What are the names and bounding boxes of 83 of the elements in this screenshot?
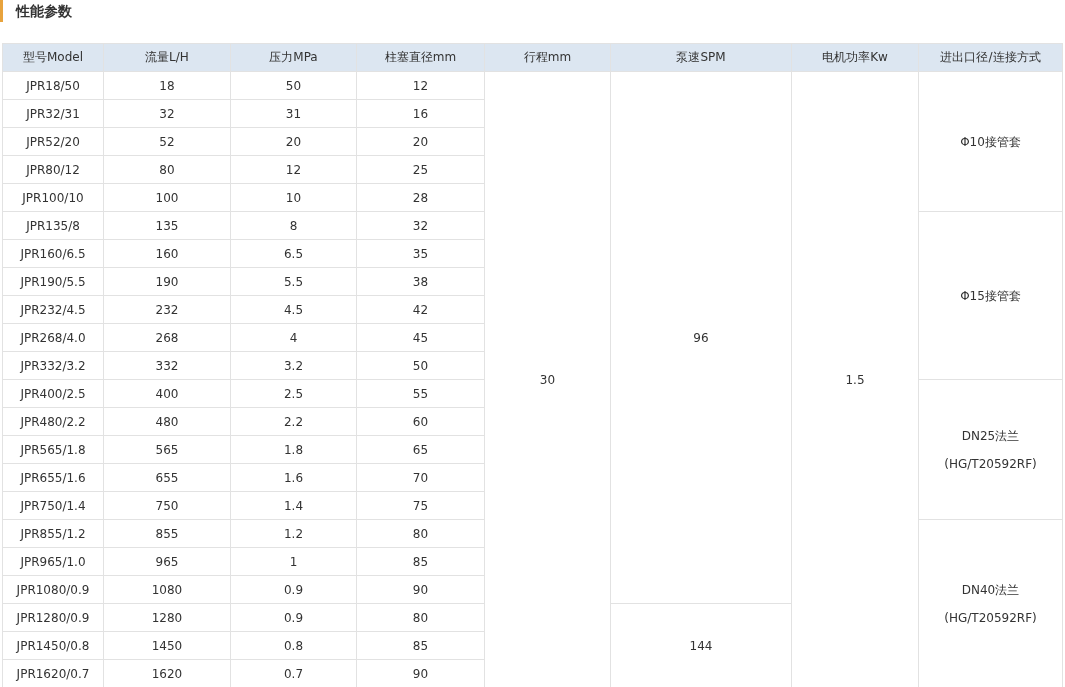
table-cell: 565 [103,435,231,464]
column-header: 压力MPa [230,43,357,72]
table-cell: 3.2 [230,351,357,380]
table-cell: 400 [103,379,231,408]
table-cell: 655 [103,463,231,492]
merged-cell: Φ15接管套 [918,211,1063,380]
table-cell: 18 [103,71,231,100]
table-cell: JPR332/3.2 [2,351,104,380]
cell-text: DN25法兰 [960,427,1021,445]
table-cell: JPR52/20 [2,127,104,156]
table-cell: JPR1450/0.8 [2,631,104,660]
table-cell: JPR1280/0.9 [2,603,104,632]
column-header: 型号Model [2,43,104,72]
table-cell: 2.5 [230,379,357,408]
table-cell: JPR80/12 [2,155,104,184]
merged-cell: 30 [484,71,611,687]
table-cell: 5.5 [230,267,357,296]
table-cell: 4.5 [230,295,357,324]
table-cell: 10 [230,183,357,212]
table-cell: JPR1080/0.9 [2,575,104,604]
table-cell: JPR268/4.0 [2,323,104,352]
table-cell: 12 [230,155,357,184]
table-cell: JPR1620/0.7 [2,659,104,687]
table-cell: 80 [103,155,231,184]
table-cell: 32 [103,99,231,128]
table-cell: JPR565/1.8 [2,435,104,464]
table-cell: 1.2 [230,519,357,548]
table-cell: 1280 [103,603,231,632]
cell-text: DN40法兰 [960,581,1021,599]
table-cell: JPR160/6.5 [2,239,104,268]
table-cell: JPR18/50 [2,71,104,100]
table-cell: 0.9 [230,603,357,632]
table-cell: 12 [356,71,485,100]
table-cell: 480 [103,407,231,436]
table-cell: 31 [230,99,357,128]
table-cell: 965 [103,547,231,576]
column-header: 进出口径/连接方式 [918,43,1063,72]
table-cell: 190 [103,267,231,296]
section-title: 性能参数 [0,0,72,22]
column-header: 电机功率Kw [791,43,919,72]
table-cell: 160 [103,239,231,268]
table-cell: 135 [103,211,231,240]
table-cell: 1080 [103,575,231,604]
table-cell: 855 [103,519,231,548]
column-header: 行程mm [484,43,611,72]
table-cell: JPR190/5.5 [2,267,104,296]
table-cell: JPR965/1.0 [2,547,104,576]
table-cell: 1.4 [230,491,357,520]
table-cell: 1450 [103,631,231,660]
table-cell: JPR855/1.2 [2,519,104,548]
table-cell: 8 [230,211,357,240]
table-cell: 232 [103,295,231,324]
table-cell: 20 [230,127,357,156]
table-cell: 0.9 [230,575,357,604]
table-cell: 52 [103,127,231,156]
table-cell: 4 [230,323,357,352]
table-cell: 1.6 [230,463,357,492]
table-cell: 750 [103,491,231,520]
merged-cell: Φ10接管套 [918,71,1063,212]
table-cell: 100 [103,183,231,212]
table-cell: 1 [230,547,357,576]
cell-text: (HG/T20592RF) [943,455,1038,473]
table-cell: JPR480/2.2 [2,407,104,436]
merged-cell: 1.5 [791,71,919,687]
table-cell: JPR232/4.5 [2,295,104,324]
table-cell: JPR32/31 [2,99,104,128]
table-cell: JPR100/10 [2,183,104,212]
cell-text: (HG/T20592RF) [943,609,1038,627]
table-cell: JPR135/8 [2,211,104,240]
table-cell: 2.2 [230,407,357,436]
merged-cell: 96 [610,71,792,604]
table-cell: JPR750/1.4 [2,491,104,520]
table-cell: 332 [103,351,231,380]
table-cell: 0.8 [230,631,357,660]
column-header: 泵速SPM [610,43,792,72]
table-cell: 50 [230,71,357,100]
table-cell: 268 [103,323,231,352]
table-cell: 1.8 [230,435,357,464]
table-cell: JPR655/1.6 [2,463,104,492]
column-header: 柱塞直径mm [356,43,485,72]
table-cell: 6.5 [230,239,357,268]
column-header: 流量L/H [103,43,231,72]
table-cell: JPR400/2.5 [2,379,104,408]
